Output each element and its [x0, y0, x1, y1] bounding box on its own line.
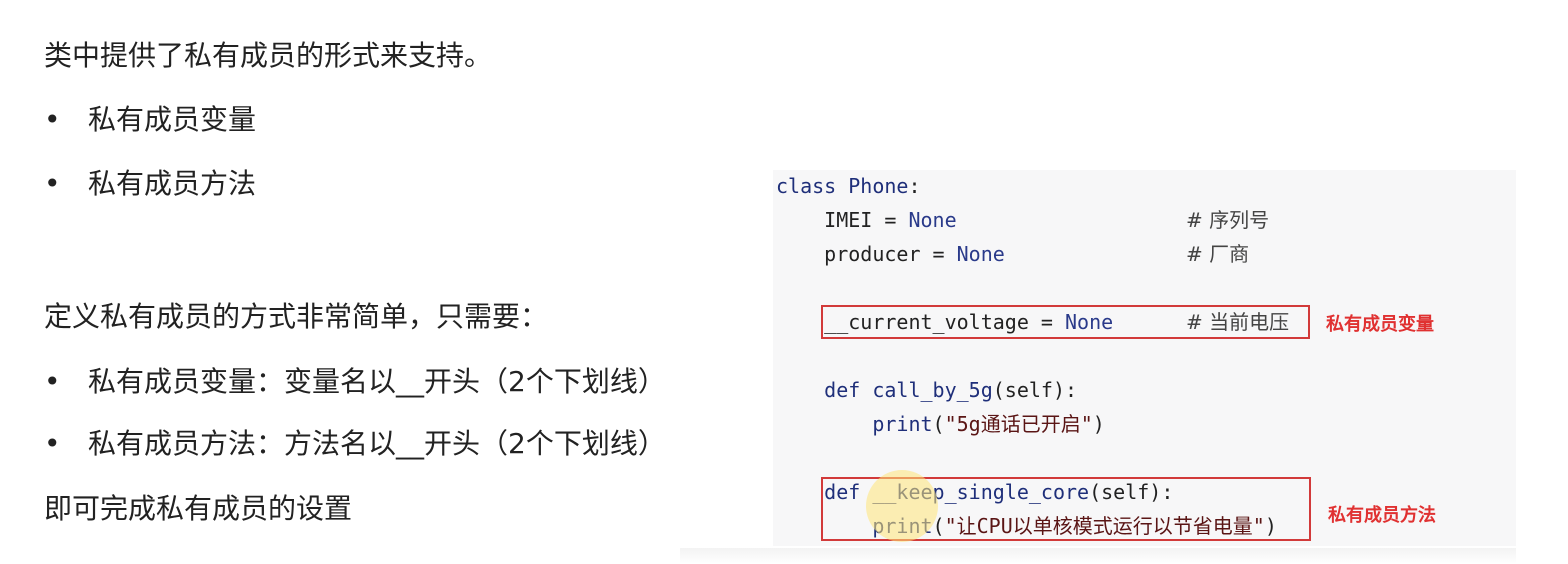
code-keyword: def	[776, 378, 861, 402]
code-line-6: print("5g通话已开启")	[776, 409, 1105, 439]
bullet-text: 私有成员变量	[88, 103, 257, 136]
bullet-text: 私有成员变量：变量名以__开头（2个下划线）	[88, 365, 666, 398]
code-value: None	[908, 208, 957, 232]
code-punct: )	[1092, 412, 1105, 436]
code-function-call: print	[776, 412, 933, 436]
code-line-3: producer = None	[776, 239, 1005, 269]
list-item: • 私有成员方法：方法名以__开头（2个下划线）	[44, 424, 666, 464]
intro-line: 类中提供了私有成员的形式来支持。	[44, 39, 493, 72]
finish-line: 即可完成私有成员的设置	[44, 492, 353, 525]
code-class-name: Phone	[848, 174, 909, 198]
private-variable-frame	[821, 305, 1310, 339]
code-line-5: def call_by_5g(self):	[776, 375, 1077, 405]
bullet-icon: •	[44, 167, 61, 200]
private-variable-note: 私有成员变量	[1326, 314, 1434, 335]
private-method-note: 私有成员方法	[1328, 505, 1436, 526]
code-variable: producer =	[776, 242, 957, 266]
code-function-name: call_by_5g	[872, 378, 993, 402]
list-item: • 私有成员方法	[44, 164, 256, 204]
code-string: "5g通话已开启"	[944, 412, 1093, 436]
define-line: 定义私有成员的方式非常简单，只需要：	[44, 300, 549, 333]
bullet-text: 私有成员方法	[88, 167, 257, 200]
code-punct: (	[932, 412, 945, 436]
bullet-icon: •	[44, 365, 61, 398]
code-line-1: class Phone:	[776, 171, 921, 201]
divider	[680, 548, 1516, 564]
code-punct: :	[908, 174, 921, 198]
list-item: • 私有成员变量	[44, 100, 256, 140]
code-params: (self):	[992, 378, 1078, 402]
code-comment: # 厂商	[1186, 242, 1250, 266]
code-comment: # 序列号	[1186, 208, 1270, 232]
code-variable: IMEI =	[776, 208, 909, 232]
bullet-text: 私有成员方法：方法名以__开头（2个下划线）	[88, 427, 666, 460]
list-item: • 私有成员变量：变量名以__开头（2个下划线）	[44, 362, 666, 402]
bullet-icon: •	[44, 427, 61, 460]
bullet-icon: •	[44, 103, 61, 136]
code-keyword: class	[776, 174, 837, 198]
code-value: None	[956, 242, 1005, 266]
code-line-2: IMEI = None	[776, 205, 957, 235]
pointer-highlight-icon	[866, 470, 938, 542]
explanation-text: 类中提供了私有成员的形式来支持。 • 私有成员变量 • 私有成员方法 定义私有成员的…	[0, 0, 760, 564]
